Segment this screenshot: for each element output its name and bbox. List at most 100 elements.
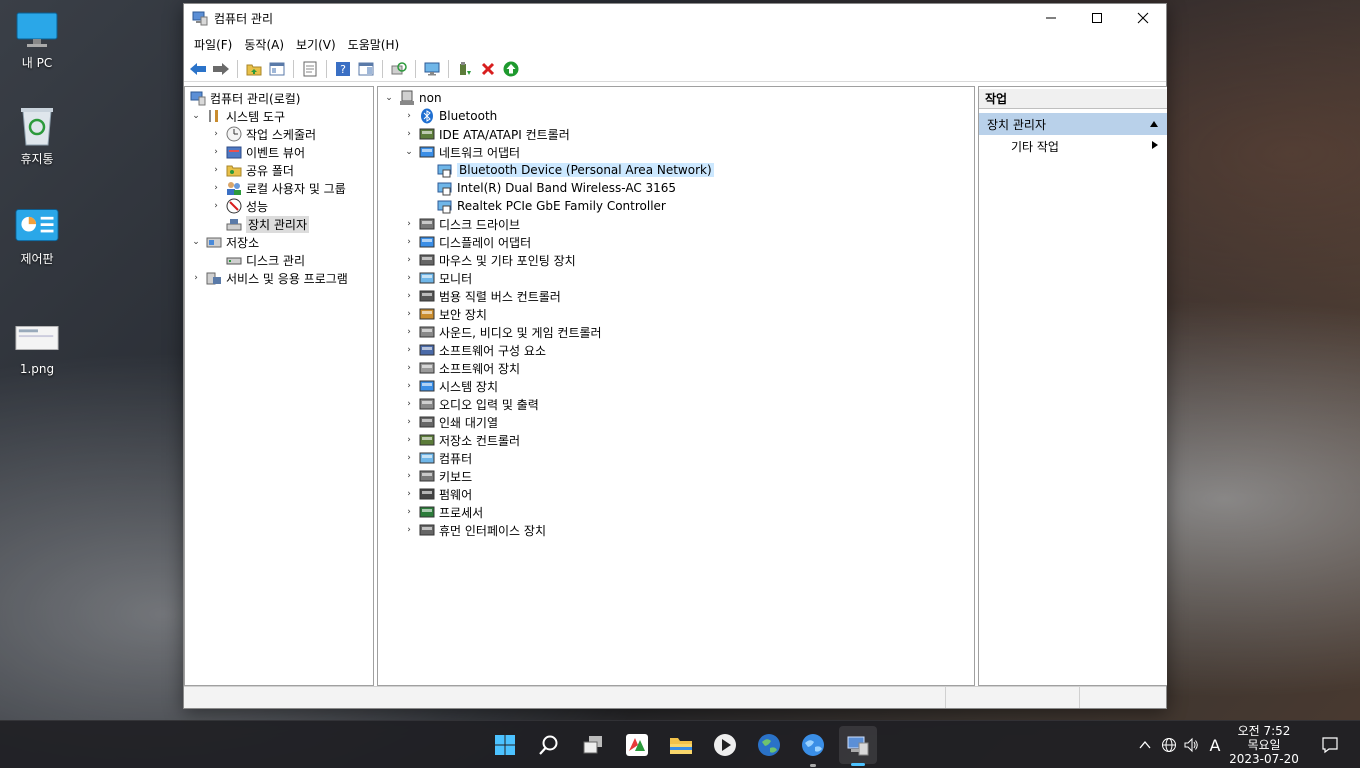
chevron-right-icon[interactable]: › (402, 235, 416, 249)
device-category[interactable]: › IDE ATA/ATAPI 컨트롤러 (402, 125, 570, 143)
chevron-right-icon[interactable]: › (402, 217, 416, 231)
device-category[interactable]: › 디스크 드라이브 (402, 215, 520, 233)
chevron-down-icon[interactable]: ⌄ (382, 91, 396, 105)
title-bar[interactable]: 컴퓨터 관리 (184, 4, 1166, 32)
device-category[interactable]: › 키보드 (402, 467, 472, 485)
chevron-right-icon[interactable]: › (402, 433, 416, 447)
chevron-right-icon[interactable]: › (402, 379, 416, 393)
device-category[interactable]: › 인쇄 대기열 (402, 413, 498, 431)
tree-node-system-tools[interactable]: ⌄ 시스템 도구 (189, 107, 285, 125)
chevron-right-icon[interactable]: › (402, 415, 416, 429)
tree-node-shared-folders[interactable]: › 공유 폴더 (209, 161, 294, 179)
minimize-button[interactable] (1028, 4, 1074, 32)
taskbar-app-computer-management[interactable] (839, 726, 877, 766)
back-button[interactable] (188, 59, 208, 79)
chevron-right-icon[interactable]: › (402, 469, 416, 483)
chevron-right-icon[interactable]: › (402, 523, 416, 537)
view-monitor-button[interactable] (422, 59, 442, 79)
help-button[interactable]: ? (333, 59, 353, 79)
device-item[interactable]: Intel(R) Dual Band Wireless-AC 3165 (434, 179, 676, 197)
menu-help[interactable]: 도움말(H) (342, 36, 406, 53)
tree-node-device-manager[interactable]: 장치 관리자 (223, 215, 310, 233)
chevron-right-icon[interactable]: › (402, 253, 416, 267)
close-button[interactable] (1120, 4, 1166, 32)
up-folder-button[interactable] (244, 59, 264, 79)
device-category[interactable]: › 범용 직렬 버스 컨트롤러 (402, 287, 561, 305)
device-category[interactable]: › 사운드, 비디오 및 게임 컨트롤러 (402, 323, 601, 341)
device-category[interactable]: › 모니터 (402, 269, 472, 287)
menu-file[interactable]: 파일(F) (188, 36, 238, 53)
chevron-right-icon[interactable]: › (189, 271, 203, 285)
device-category[interactable]: › 휴먼 인터페이스 장치 (402, 521, 546, 539)
chevron-right-icon[interactable]: › (402, 361, 416, 375)
chevron-right-icon[interactable]: › (402, 271, 416, 285)
desktop-icon-this-pc[interactable]: 내 PC (6, 10, 68, 71)
search-button[interactable] (533, 729, 565, 761)
chevron-right-icon[interactable]: › (209, 145, 223, 159)
taskbar-app-photo[interactable] (621, 729, 653, 761)
notifications-button[interactable] (1314, 729, 1346, 761)
device-category[interactable]: › 시스템 장치 (402, 377, 498, 395)
menu-action[interactable]: 동작(A) (238, 36, 290, 53)
clock[interactable]: 오전 7:52 목요일 2023-07-20 (1224, 724, 1304, 766)
device-category[interactable]: › 소프트웨어 장치 (402, 359, 520, 377)
tree-node-performance[interactable]: › 성능 (209, 197, 268, 215)
device-category[interactable]: › 펌웨어 (402, 485, 472, 503)
uninstall-device-button[interactable] (478, 59, 498, 79)
scan-hardware-button[interactable] (389, 59, 409, 79)
task-view-button[interactable] (577, 729, 609, 761)
tree-node-event-viewer[interactable]: › 이벤트 뷰어 (209, 143, 305, 161)
tree-node-task-scheduler[interactable]: › 작업 스케줄러 (209, 125, 316, 143)
device-category[interactable]: › 보안 장치 (402, 305, 487, 323)
volume-button[interactable] (1180, 737, 1202, 753)
taskbar-app-file-explorer[interactable] (665, 729, 697, 761)
device-category[interactable]: › 저장소 컨트롤러 (402, 431, 520, 449)
more-actions-item[interactable]: 기타 작업 (979, 135, 1167, 157)
chevron-right-icon[interactable]: › (402, 397, 416, 411)
device-category[interactable]: › 소프트웨어 구성 요소 (402, 341, 546, 359)
properties-button[interactable] (300, 59, 320, 79)
device-category[interactable]: › 컴퓨터 (402, 449, 472, 467)
device-item[interactable]: Realtek PCIe GbE Family Controller (434, 197, 666, 215)
forward-button[interactable] (211, 59, 231, 79)
menu-view[interactable]: 보기(V) (290, 36, 342, 53)
maximize-button[interactable] (1074, 4, 1120, 32)
chevron-right-icon[interactable]: › (209, 181, 223, 195)
tree-node-services-apps[interactable]: › 서비스 및 응용 프로그램 (189, 269, 348, 287)
collapse-triangle-icon[interactable] (1149, 117, 1159, 131)
device-category[interactable]: › Bluetooth (402, 107, 497, 125)
chevron-down-icon[interactable]: ⌄ (189, 109, 203, 123)
chevron-right-icon[interactable]: › (402, 289, 416, 303)
update-driver-button[interactable] (455, 59, 475, 79)
network-button[interactable] (1158, 737, 1180, 753)
desktop-icon-png-file[interactable]: 1.png (6, 318, 68, 376)
desktop-icon-recycle-bin[interactable]: 휴지통 (6, 106, 68, 167)
chevron-right-icon[interactable]: › (402, 307, 416, 321)
device-category[interactable]: › 마우스 및 기타 포인팅 장치 (402, 251, 576, 269)
taskbar-app-browser-2[interactable] (797, 729, 829, 767)
chevron-right-icon[interactable]: › (209, 199, 223, 213)
device-tree-root[interactable]: ⌄ non (382, 89, 442, 107)
chevron-right-icon[interactable]: › (402, 451, 416, 465)
chevron-down-icon[interactable]: ⌄ (189, 235, 203, 249)
chevron-right-icon[interactable]: › (402, 325, 416, 339)
enable-device-button[interactable] (501, 59, 521, 79)
taskbar-app-browser-1[interactable] (753, 729, 785, 761)
device-category[interactable]: ⌄ 네트워크 어댑터 (402, 143, 520, 161)
show-hidden-icons-button[interactable] (1136, 741, 1154, 749)
show-hide-tree-button[interactable] (267, 59, 287, 79)
show-action-pane-button[interactable] (356, 59, 376, 79)
device-category[interactable]: › 오디오 입력 및 출력 (402, 395, 539, 413)
tree-node-disk-management[interactable]: 디스크 관리 (223, 251, 305, 269)
actions-section-device-manager[interactable]: 장치 관리자 (979, 113, 1167, 135)
device-category[interactable]: › 프로세서 (402, 503, 483, 521)
chevron-right-icon[interactable]: › (402, 343, 416, 357)
chevron-right-icon[interactable]: › (402, 505, 416, 519)
chevron-right-icon[interactable]: › (402, 109, 416, 123)
chevron-down-icon[interactable]: ⌄ (402, 145, 416, 159)
chevron-right-icon[interactable]: › (402, 487, 416, 501)
tree-node-local-users[interactable]: › 로컬 사용자 및 그룹 (209, 179, 346, 197)
desktop-icon-control-panel[interactable]: 제어판 (6, 206, 68, 267)
device-item[interactable]: Bluetooth Device (Personal Area Network) (434, 161, 714, 179)
start-button[interactable] (489, 729, 521, 761)
